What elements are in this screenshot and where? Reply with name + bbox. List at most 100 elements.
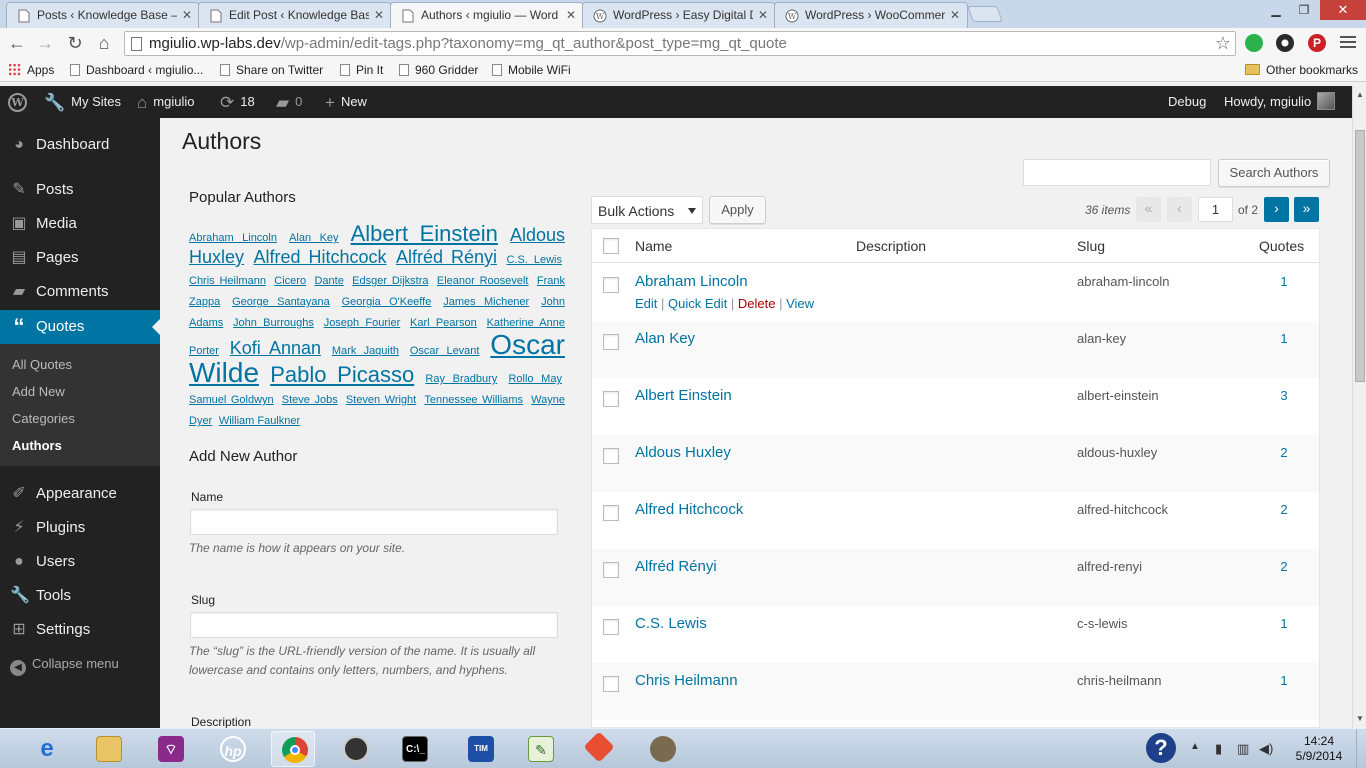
extension-icon[interactable] bbox=[1245, 34, 1263, 52]
browser-menu-icon[interactable] bbox=[1340, 34, 1356, 50]
tag-cloud-link[interactable]: Oscar Levant bbox=[410, 345, 480, 357]
author-name-link[interactable]: Alfred Hitchcock bbox=[635, 501, 743, 518]
column-description[interactable]: Description bbox=[856, 238, 926, 254]
close-icon[interactable]: ✕ bbox=[950, 8, 960, 22]
other-bookmarks[interactable]: Other bookmarks bbox=[1245, 63, 1358, 77]
author-name-link[interactable]: Albert Einstein bbox=[635, 387, 732, 404]
new-tab-button[interactable] bbox=[967, 6, 1003, 22]
bookmark-apps[interactable]: Apps bbox=[8, 63, 54, 77]
row-checkbox[interactable] bbox=[603, 391, 619, 407]
close-icon[interactable]: ✕ bbox=[566, 8, 576, 22]
submenu-all-quotes[interactable]: All Quotes bbox=[12, 357, 72, 372]
home-icon[interactable]: ⌂ bbox=[93, 32, 115, 54]
row-checkbox[interactable] bbox=[603, 334, 619, 350]
browser-tab-edit-post[interactable]: Edit Post ‹ Knowledge Bas ✕ bbox=[198, 2, 392, 28]
browser-tab-authors[interactable]: Authors ‹ mgiulio — Word ✕ bbox=[390, 2, 584, 29]
quote-count-link[interactable]: 2 bbox=[1272, 502, 1296, 517]
system-clock[interactable]: 14:24 5/9/2014 bbox=[1290, 734, 1348, 764]
column-slug[interactable]: Slug bbox=[1077, 238, 1105, 254]
quote-count-link[interactable]: 1 bbox=[1272, 274, 1296, 289]
current-page-input[interactable]: 1 bbox=[1198, 197, 1233, 222]
scrollbar-thumb[interactable] bbox=[1355, 130, 1365, 382]
taskbar-chrome[interactable] bbox=[271, 731, 315, 767]
tag-cloud-link[interactable]: Steven Wright bbox=[346, 394, 416, 406]
last-page-button[interactable]: » bbox=[1294, 197, 1319, 222]
view-link[interactable]: View bbox=[786, 296, 814, 311]
wordpress-logo-icon[interactable]: W bbox=[8, 93, 27, 112]
window-close-button[interactable]: ✕ bbox=[1320, 0, 1366, 20]
help-icon[interactable]: ? bbox=[1146, 733, 1176, 763]
admin-bar-site[interactable]: ⌂ mgiulio bbox=[137, 86, 194, 118]
admin-bar-updates[interactable]: ⟳ 18 bbox=[220, 86, 255, 118]
close-icon[interactable]: ✕ bbox=[374, 8, 384, 22]
url-text[interactable]: mgiulio.wp-labs.dev/wp-admin/edit-tags.p… bbox=[149, 35, 787, 52]
close-icon[interactable]: ✕ bbox=[758, 8, 768, 22]
browser-tab-woocommerce[interactable]: W WordPress › WooCommer ✕ bbox=[774, 2, 968, 28]
address-bar[interactable]: mgiulio.wp-labs.dev/wp-admin/edit-tags.p… bbox=[124, 31, 1236, 56]
menu-item-pages[interactable]: ▤ Pages bbox=[0, 241, 160, 275]
search-authors-button[interactable]: Search Authors bbox=[1218, 159, 1330, 187]
bookmark-item[interactable]: Dashboard ‹ mgiulio... bbox=[70, 63, 203, 77]
edit-link[interactable]: Edit bbox=[635, 296, 657, 311]
submenu-categories[interactable]: Categories bbox=[12, 411, 75, 426]
quick-edit-link[interactable]: Quick Edit bbox=[668, 296, 727, 311]
tag-cloud-link[interactable]: Albert Einstein bbox=[351, 221, 498, 246]
menu-item-media[interactable]: ▣ Media bbox=[0, 207, 160, 241]
row-checkbox[interactable] bbox=[603, 676, 619, 692]
pinterest-icon[interactable]: P bbox=[1308, 34, 1326, 52]
show-desktop-button[interactable] bbox=[1356, 729, 1366, 768]
taskbar-app[interactable] bbox=[333, 731, 377, 767]
restore-icon[interactable]: ❐ bbox=[1290, 0, 1318, 20]
admin-bar-account[interactable]: Howdy, mgiulio bbox=[1224, 86, 1336, 118]
row-checkbox[interactable] bbox=[603, 619, 619, 635]
tag-cloud-link[interactable]: John Burroughs bbox=[233, 317, 314, 329]
bulk-actions-select[interactable]: Bulk Actions bbox=[591, 196, 703, 224]
browser-tab-posts[interactable]: Posts ‹ Knowledge Base — ✕ bbox=[6, 2, 200, 28]
minimize-icon[interactable]: ▁ bbox=[1262, 0, 1290, 20]
forward-icon[interactable]: → bbox=[34, 32, 56, 54]
tag-cloud-link[interactable]: Alan Key bbox=[289, 232, 338, 244]
quote-count-link[interactable]: 1 bbox=[1272, 616, 1296, 631]
tag-cloud-link[interactable]: Chris Heilmann bbox=[189, 275, 266, 287]
quote-count-link[interactable]: 3 bbox=[1272, 388, 1296, 403]
tag-cloud-link[interactable]: Joseph Fourier bbox=[324, 317, 401, 329]
next-page-button[interactable]: › bbox=[1264, 197, 1289, 222]
menu-item-appearance[interactable]: ✐ Appearance bbox=[0, 477, 160, 511]
extension-icon[interactable] bbox=[1276, 34, 1294, 52]
author-name-link[interactable]: Alan Key bbox=[635, 330, 695, 347]
bookmark-item[interactable]: Share on Twitter bbox=[220, 63, 323, 77]
tag-cloud-link[interactable]: C.S. Lewis bbox=[506, 254, 561, 266]
column-name[interactable]: Name bbox=[635, 238, 672, 254]
name-input[interactable] bbox=[190, 509, 558, 535]
slug-input[interactable] bbox=[190, 612, 558, 638]
apply-button[interactable]: Apply bbox=[709, 196, 766, 224]
taskbar-terminal[interactable]: C:\_ bbox=[392, 731, 436, 767]
tag-cloud-link[interactable]: Tennessee Williams bbox=[424, 394, 523, 406]
admin-bar-comments[interactable]: ▰ 0 bbox=[276, 86, 302, 118]
row-checkbox[interactable] bbox=[603, 505, 619, 521]
author-name-link[interactable]: Aldous Huxley bbox=[635, 444, 731, 461]
tag-cloud-link[interactable]: Steve Jobs bbox=[282, 394, 338, 406]
taskbar-gimp[interactable] bbox=[640, 731, 684, 767]
tray-expand-icon[interactable]: ▲ bbox=[1190, 741, 1200, 752]
tag-cloud-link[interactable]: Cicero bbox=[274, 275, 306, 287]
back-icon[interactable]: ← bbox=[6, 32, 28, 54]
tag-cloud-link[interactable]: Abraham Lincoln bbox=[189, 232, 277, 244]
menu-item-settings[interactable]: ⊞ Settings bbox=[0, 613, 160, 647]
bookmark-item[interactable]: 960 Gridder bbox=[399, 63, 478, 77]
tag-cloud-link[interactable]: Ray Bradbury bbox=[425, 373, 497, 385]
tag-cloud-link[interactable]: Karl Pearson bbox=[410, 317, 477, 329]
taskbar-app[interactable]: ⌔ bbox=[148, 731, 192, 767]
menu-item-tools[interactable]: 🔧 Tools bbox=[0, 579, 160, 613]
submenu-add-new[interactable]: Add New bbox=[12, 384, 65, 399]
quote-count-link[interactable]: 2 bbox=[1272, 445, 1296, 460]
author-name-link[interactable]: C.S. Lewis bbox=[635, 615, 707, 632]
close-icon[interactable]: ✕ bbox=[182, 8, 192, 22]
admin-bar-my-sites[interactable]: 🔧 My Sites bbox=[44, 86, 121, 118]
menu-item-posts[interactable]: ✎ Posts bbox=[0, 173, 160, 207]
tag-cloud-link[interactable]: Alfred Hitchcock bbox=[254, 247, 387, 267]
reload-icon[interactable]: ↻ bbox=[64, 32, 86, 54]
submenu-authors[interactable]: Authors bbox=[12, 438, 62, 453]
admin-bar-new[interactable]: + New bbox=[325, 86, 367, 118]
author-name-link[interactable]: Chris Heilmann bbox=[635, 672, 738, 689]
